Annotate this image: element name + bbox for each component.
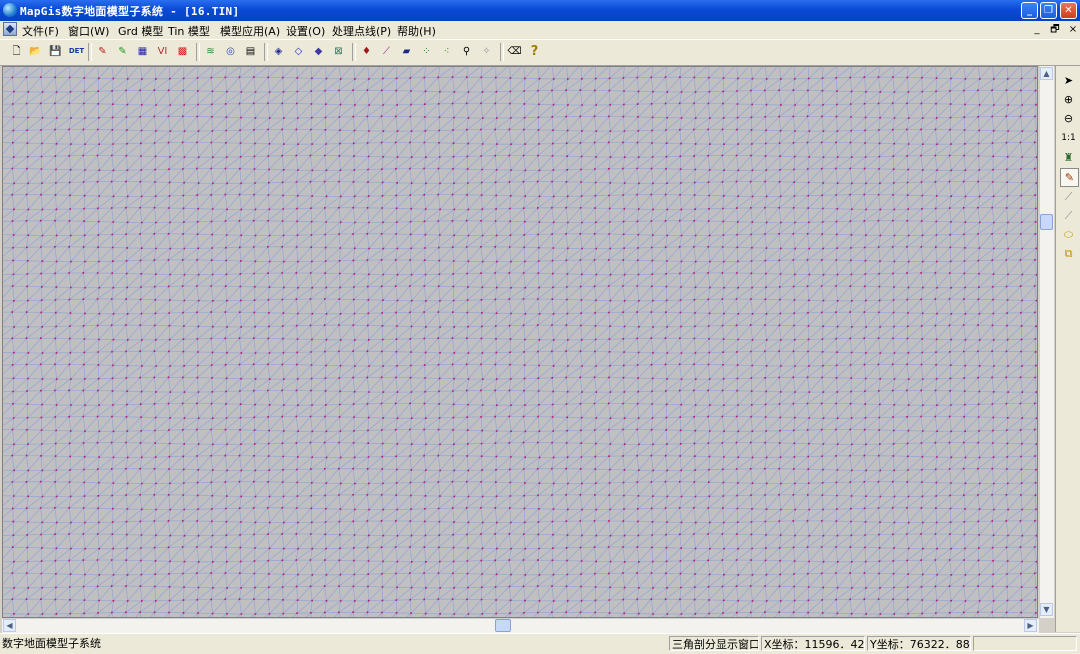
zoom-out-icon[interactable]: ⊖: [1060, 110, 1077, 127]
menu-model-app[interactable]: 模型应用(A): [220, 23, 280, 39]
close-button[interactable]: ✕: [1060, 2, 1077, 19]
close-icon: ✕: [1064, 5, 1073, 16]
open-icon[interactable]: 📂: [27, 43, 44, 60]
scroll-down-button[interactable]: ▼: [1040, 603, 1053, 616]
disabled-icon[interactable]: ✧: [478, 43, 495, 60]
contour-fill-icon[interactable]: ◎: [222, 43, 239, 60]
menu-grd-model[interactable]: Grd 模型: [118, 23, 163, 39]
contour-icon[interactable]: ≋: [202, 43, 219, 60]
menu-window[interactable]: 窗口(W): [68, 23, 109, 39]
layers-tool-icon[interactable]: ⧉: [1060, 245, 1077, 262]
scroll-left-icon: ◀: [6, 621, 13, 630]
triangulation-canvas[interactable]: [2, 66, 1038, 618]
scatter-icon[interactable]: ⁖: [438, 43, 455, 60]
pencil-gray-icon[interactable]: ⟋: [1060, 188, 1077, 205]
toolbar-separator: [352, 43, 356, 61]
horizontal-scroll-thumb[interactable]: [495, 619, 511, 632]
tool-palette: ➤ ⊕ ⊖ 1:1 ♜ ✎ ⟋ ⟋ ⬭ ⧉: [1055, 66, 1080, 632]
help-icon[interactable]: ?: [526, 43, 543, 60]
menu-bar: 文件(F) 窗口(W) Grd 模型 Tin 模型 模型应用(A) 设置(O) …: [0, 21, 1080, 40]
vertical-scroll-thumb[interactable]: [1040, 214, 1053, 230]
toolbar-separator: [500, 43, 504, 61]
tin-edit-icon[interactable]: ◇: [290, 43, 307, 60]
scroll-up-button[interactable]: ▲: [1040, 67, 1053, 80]
save-icon[interactable]: 💾: [47, 43, 64, 60]
window-title: MapGis数字地面模型子系统 - [16.TIN]: [20, 5, 240, 18]
scroll-right-button[interactable]: ▶: [1024, 619, 1037, 632]
link-icon[interactable]: ⚲: [458, 43, 475, 60]
status-bar: 数字地面模型子系统 三角剖分显示窗口 X坐标：11596．42毫米 Y坐标：76…: [0, 633, 1080, 654]
document-system-menu-icon[interactable]: [3, 22, 17, 36]
menu-tin-model[interactable]: Tin 模型: [168, 23, 210, 39]
actual-size-label[interactable]: 1:1: [1060, 130, 1077, 147]
det-icon[interactable]: DET: [68, 43, 85, 60]
menu-file[interactable]: 文件(F): [22, 23, 59, 39]
select-arrow-icon[interactable]: ➤: [1060, 72, 1077, 89]
menu-process-points-lines[interactable]: 处理点线(P): [332, 23, 391, 39]
volume-icon[interactable]: ▰: [398, 43, 415, 60]
minimize-icon: _: [1027, 5, 1032, 16]
toolbar-separator: [88, 43, 92, 61]
mdi-close-button[interactable]: ×: [1066, 23, 1080, 36]
scroll-up-icon: ▲: [1043, 69, 1050, 78]
mapgis-app-icon[interactable]: [3, 3, 17, 17]
toolbar-separator: [196, 43, 200, 61]
minimize-button[interactable]: _: [1021, 2, 1038, 19]
zoom-in-icon[interactable]: ⊕: [1060, 91, 1077, 108]
pencil-icon[interactable]: ✎: [1060, 168, 1079, 187]
pencil-gray2-icon[interactable]: ⟋: [1060, 207, 1077, 224]
scroll-left-button[interactable]: ◀: [3, 619, 16, 632]
tin-edges: [3, 67, 1037, 617]
tin-grid-icon[interactable]: ⊠: [330, 43, 347, 60]
grid-icon[interactable]: ▦: [134, 43, 151, 60]
pan-icon[interactable]: ♜: [1060, 149, 1077, 166]
status-x-coordinate: X坐标：11596．42毫米: [761, 636, 865, 651]
red-pencil-icon[interactable]: ✎: [94, 43, 111, 60]
tin-select-icon[interactable]: ◆: [310, 43, 327, 60]
toolbar: 🗋 📂 💾 DET ✎ ✎ ▦ VI ▩ ≋ ◎ ▤ ◈ ◇ ◆ ⊠ ♦ ⟋ ▰ ⁘ ⁖ ⚲ ✧ ⌫?: [0, 40, 1080, 66]
restore-icon: ❐: [1044, 5, 1053, 16]
toolbar-separator: [264, 43, 268, 61]
mdi-minimize-button[interactable]: _: [1030, 23, 1044, 36]
menu-help[interactable]: 帮助(H): [397, 23, 436, 39]
mdi-restore-button[interactable]: 🗗: [1048, 23, 1062, 36]
restore-button[interactable]: ❐: [1040, 2, 1057, 19]
eraser-tool-icon[interactable]: ⬭: [1060, 226, 1077, 243]
scroll-right-icon: ▶: [1027, 621, 1034, 630]
layer-icon[interactable]: ▤: [242, 43, 259, 60]
color-grid-icon[interactable]: ▩: [174, 43, 191, 60]
eraser-icon[interactable]: ⌫: [506, 43, 523, 60]
title-bar: MapGis数字地面模型子系统 - [16.TIN] _ ❐ ✕: [0, 0, 1080, 21]
status-empty-field: [973, 636, 1077, 651]
status-y-coordinate: Y坐标：76322．88毫米: [867, 636, 971, 651]
tin-mesh: [3, 67, 1037, 617]
point-icon[interactable]: ♦: [358, 43, 375, 60]
green-pencil-icon[interactable]: ✎: [114, 43, 131, 60]
vertical-scrollbar[interactable]: ▲ ▼: [1039, 66, 1054, 618]
profile-icon[interactable]: ⟋: [378, 43, 395, 60]
horizontal-scrollbar[interactable]: ◀ ▶: [2, 618, 1039, 633]
vi-icon[interactable]: VI: [154, 43, 171, 60]
scroll-down-icon: ▼: [1043, 605, 1050, 614]
status-app-name: 数字地面模型子系统: [2, 637, 101, 650]
new-icon[interactable]: 🗋: [8, 43, 25, 60]
status-window-name: 三角剖分显示窗口: [669, 636, 759, 651]
points-icon[interactable]: ⁘: [418, 43, 435, 60]
tin-icon[interactable]: ◈: [270, 43, 287, 60]
menu-settings[interactable]: 设置(O): [286, 23, 325, 39]
